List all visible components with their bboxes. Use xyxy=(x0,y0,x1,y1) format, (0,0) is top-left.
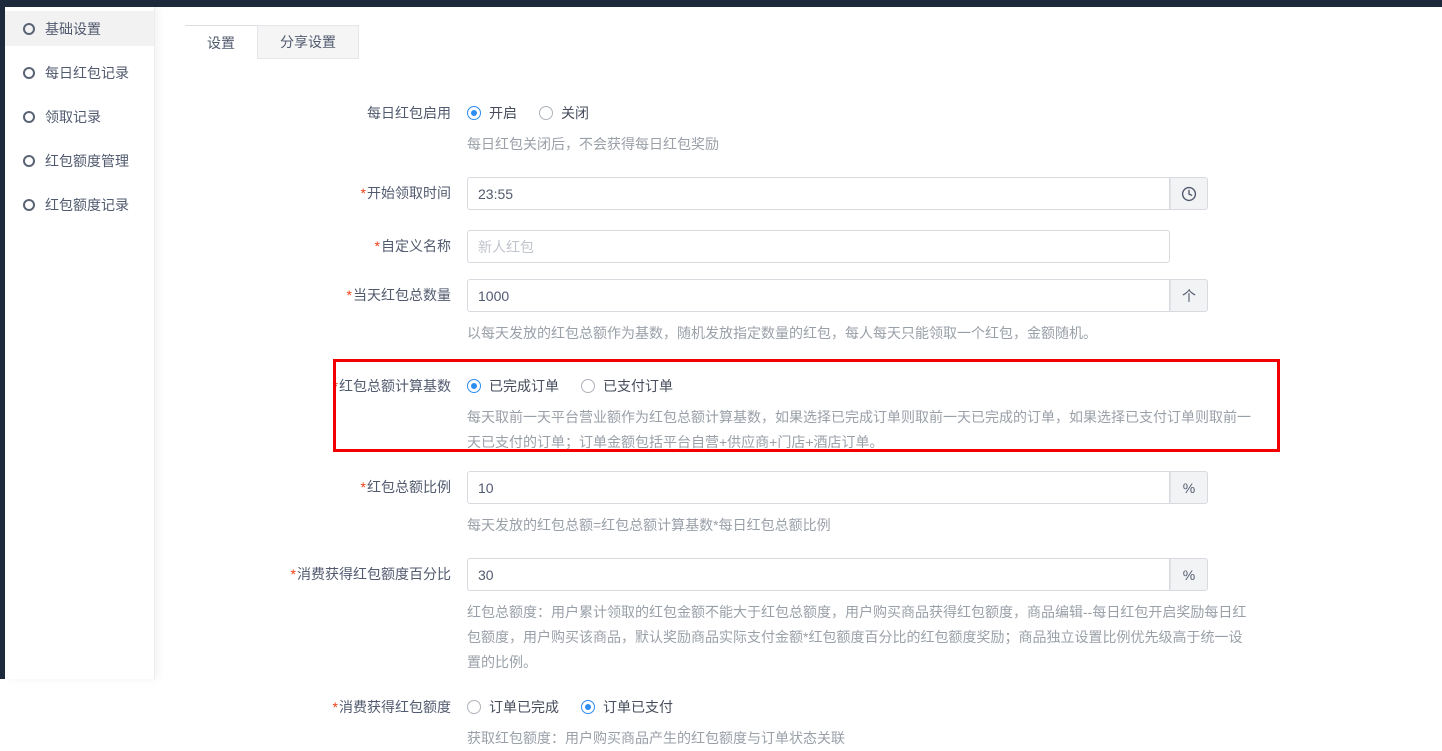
helper-text: 红包总额度：用户累计领取的红包金额不能大于红包总额度，用户购买商品获得红包额度，… xyxy=(467,600,1255,675)
field-label: *开始领取时间 xyxy=(157,177,467,210)
circle-bullet-icon xyxy=(23,23,35,35)
custom-name-input[interactable] xyxy=(467,230,1170,263)
circle-bullet-icon xyxy=(23,199,35,211)
radio-option-order-paid[interactable]: 订单已支付 xyxy=(581,697,673,717)
radio-selected-icon[interactable] xyxy=(581,700,595,714)
radio-label: 关闭 xyxy=(561,103,589,123)
sidebar-item-label: 基础设置 xyxy=(45,19,101,39)
tab-share-settings[interactable]: 分享设置 xyxy=(257,25,359,59)
radio-label: 订单已完成 xyxy=(489,697,559,717)
sidebar-item-daily-redpacket-records[interactable]: 每日红包记录 xyxy=(5,51,154,95)
circle-bullet-icon xyxy=(23,67,35,79)
main-content: 设置 分享设置 每日红包启用 开启 关闭 xyxy=(157,7,1442,679)
form-row-custom-name: *自定义名称 xyxy=(157,230,1442,263)
radio-option-completed-orders[interactable]: 已完成订单 xyxy=(467,376,559,396)
tab-settings[interactable]: 设置 xyxy=(185,25,257,59)
required-asterisk: * xyxy=(361,185,366,201)
required-asterisk: * xyxy=(333,378,338,394)
helper-text: 以每天发放的红包总额作为基数，随机发放指定数量的红包，每人每天只能领取一个红包，… xyxy=(467,321,1255,346)
radio-label: 开启 xyxy=(489,103,517,123)
radio-selected-icon[interactable] xyxy=(467,106,481,120)
tab-label: 设置 xyxy=(207,33,235,53)
clock-icon xyxy=(1181,186,1197,202)
field-label: *消费获得红包额度百分比 xyxy=(157,558,467,675)
required-asterisk: * xyxy=(347,287,352,303)
time-picker-button[interactable] xyxy=(1170,177,1208,210)
helper-text: 每日红包关闭后，不会获得每日红包奖励 xyxy=(467,132,1255,157)
form-row-start-time: *开始领取时间 xyxy=(157,177,1442,210)
form-row-quota-order-state: *消费获得红包额度 订单已完成 订单已支付 获取红包额度：用户购买商品产生的红包… xyxy=(157,697,1442,751)
radio-label: 已完成订单 xyxy=(489,376,559,396)
required-asterisk: * xyxy=(375,238,380,254)
tab-label: 分享设置 xyxy=(280,32,336,52)
radio-unselected-icon[interactable] xyxy=(467,700,481,714)
sidebar: 基础设置 每日红包记录 领取记录 红包额度管理 红包额度记录 xyxy=(5,7,155,679)
sidebar-item-claim-records[interactable]: 领取记录 xyxy=(5,95,154,139)
required-asterisk: * xyxy=(291,566,296,582)
field-label: *当天红包总数量 xyxy=(157,279,467,346)
sidebar-item-label: 每日红包记录 xyxy=(45,63,129,83)
sidebar-item-label: 领取记录 xyxy=(45,107,101,127)
radio-option-enable-off[interactable]: 关闭 xyxy=(539,103,589,123)
sidebar-item-quota-management[interactable]: 红包额度管理 xyxy=(5,139,154,183)
total-ratio-input[interactable] xyxy=(467,471,1170,504)
radio-selected-icon[interactable] xyxy=(467,379,481,393)
form-row-total-base: *红包总额计算基数 已完成订单 已支付订单 每天取前一天平台营业额作为红包总额计… xyxy=(157,376,1442,455)
tab-bar: 设置 分享设置 xyxy=(185,25,1442,59)
required-asterisk: * xyxy=(361,479,366,495)
percent-addon: % xyxy=(1170,471,1208,504)
field-label: *消费获得红包额度 xyxy=(157,697,467,751)
sidebar-item-label: 红包额度记录 xyxy=(45,195,129,215)
unit-addon: 个 xyxy=(1170,279,1208,312)
quota-percent-input[interactable] xyxy=(467,558,1170,591)
circle-bullet-icon xyxy=(23,111,35,123)
radio-label: 订单已支付 xyxy=(603,697,673,717)
required-asterisk: * xyxy=(333,699,338,715)
helper-text: 每天取前一天平台营业额作为红包总额计算基数，如果选择已完成订单则取前一天已完成的… xyxy=(467,405,1255,455)
sidebar-item-quota-records[interactable]: 红包额度记录 xyxy=(5,183,154,227)
top-frame-bar xyxy=(0,0,1442,7)
field-label: *红包总额计算基数 xyxy=(157,376,467,455)
start-time-input[interactable] xyxy=(467,177,1170,210)
form-row-daily-enable: 每日红包启用 开启 关闭 每日红包关闭后，不会获得每日红包奖励 xyxy=(157,103,1442,157)
sidebar-item-label: 红包额度管理 xyxy=(45,151,129,171)
radio-unselected-icon[interactable] xyxy=(581,379,595,393)
helper-text: 每天发放的红包总额=红包总额计算基数*每日红包总额比例 xyxy=(467,513,1255,538)
left-frame-bar xyxy=(0,0,5,679)
radio-label: 已支付订单 xyxy=(603,376,673,396)
radio-option-order-completed[interactable]: 订单已完成 xyxy=(467,697,559,717)
form-row-total-ratio: *红包总额比例 % 每天发放的红包总额=红包总额计算基数*每日红包总额比例 xyxy=(157,471,1442,538)
form-row-daily-count: *当天红包总数量 个 以每天发放的红包总额作为基数，随机发放指定数量的红包，每人… xyxy=(157,279,1442,346)
circle-bullet-icon xyxy=(23,155,35,167)
form-row-quota-percent: *消费获得红包额度百分比 % 红包总额度：用户累计领取的红包金额不能大于红包总额… xyxy=(157,558,1442,675)
radio-unselected-icon[interactable] xyxy=(539,106,553,120)
radio-option-paid-orders[interactable]: 已支付订单 xyxy=(581,376,673,396)
radio-option-enable-on[interactable]: 开启 xyxy=(467,103,517,123)
sidebar-item-basic-settings[interactable]: 基础设置 xyxy=(5,11,154,46)
percent-addon: % xyxy=(1170,558,1208,591)
settings-form: 每日红包启用 开启 关闭 每日红包关闭后，不会获得每日红包奖励 xyxy=(157,103,1442,751)
helper-text: 获取红包额度：用户购买商品产生的红包额度与订单状态关联 xyxy=(467,726,1255,751)
field-label: 每日红包启用 xyxy=(157,103,467,157)
daily-count-input[interactable] xyxy=(467,279,1170,312)
field-label: *自定义名称 xyxy=(157,230,467,263)
field-label: *红包总额比例 xyxy=(157,471,467,538)
